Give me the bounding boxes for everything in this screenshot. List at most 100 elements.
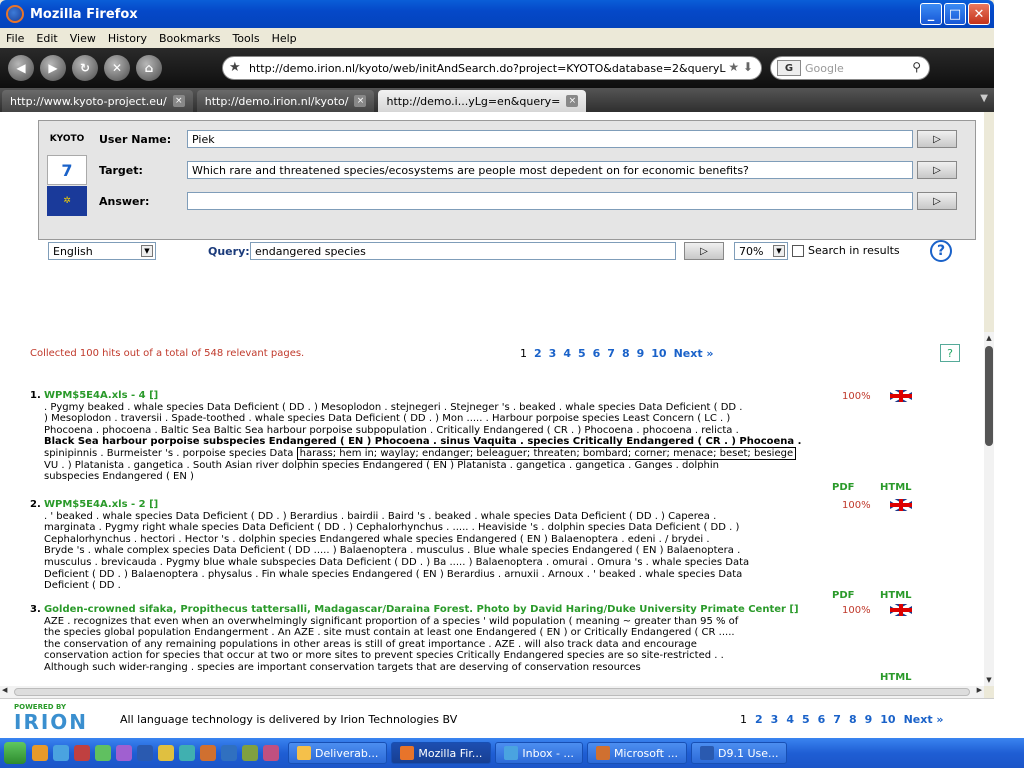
page-link[interactable]: 6 [593,347,601,360]
tab-close-icon[interactable]: × [354,95,367,107]
search-box[interactable]: G Google ⚲ [770,56,930,80]
page-link[interactable]: 2 [755,713,763,726]
scroll-left-icon[interactable]: ◀ [2,686,7,694]
scroll-right-icon[interactable]: ▶ [977,686,982,694]
chevron-down-icon[interactable]: ▼ [773,245,785,257]
snippet-line: Although such wider-ranging . species ar… [44,661,641,673]
menu-tools[interactable]: Tools [232,32,259,45]
taskbar-item[interactable]: Microsoft ... [586,742,687,764]
tab-close-icon[interactable]: × [566,95,579,107]
scroll-up-icon[interactable]: ▲ [984,332,994,344]
page-link[interactable]: 4 [786,713,794,726]
taskbar-item[interactable]: Inbox - ... [495,742,583,764]
start-button[interactable] [4,742,26,764]
page-link[interactable]: 3 [549,347,557,360]
page-link[interactable]: 10 [651,347,666,360]
url-bar[interactable]: ★ http://demo.irion.nl/kyoto/web/initAnd… [222,56,762,80]
quicklaunch-icon[interactable] [263,745,279,761]
back-button[interactable]: ◀ [8,55,34,81]
quicklaunch-icon[interactable] [95,745,111,761]
scroll-thumb[interactable] [985,346,993,446]
query-go-button[interactable]: ▷ [684,242,724,260]
search-engine-icon[interactable]: G [777,60,801,76]
vertical-scrollbar[interactable]: ▲ ▼ [984,332,994,686]
page-link[interactable]: 7 [833,713,841,726]
quicklaunch-icon[interactable] [116,745,132,761]
menu-bookmarks[interactable]: Bookmarks [159,32,220,45]
menu-edit[interactable]: Edit [36,32,57,45]
scroll-thumb[interactable] [14,688,970,696]
menu-file[interactable]: File [6,32,24,45]
page-link[interactable]: 2 [534,347,542,360]
search-in-results-checkbox[interactable] [792,244,804,257]
chevron-down-icon[interactable]: ▼ [141,245,153,257]
tab-kyoto-project[interactable]: http://www.kyoto-project.eu/ × [2,90,193,112]
page-link[interactable]: 9 [865,713,873,726]
page-link[interactable]: 8 [849,713,857,726]
page-link[interactable]: 4 [563,347,571,360]
taskbar-item[interactable]: D9.1 Use... [690,742,788,764]
answer-go-button[interactable]: ▷ [917,192,957,210]
tab-irion-kyoto[interactable]: http://demo.irion.nl/kyoto/ × [196,90,375,112]
next-link[interactable]: Next » [674,347,714,360]
page-link[interactable]: 3 [771,713,779,726]
page-link[interactable]: 6 [818,713,826,726]
snippet-line: Deficient ( DD . ) Balaenoptera . physal… [44,568,743,580]
maximize-button[interactable]: □ [944,3,966,25]
html-link[interactable]: HTML [880,482,912,493]
html-link[interactable]: HTML [880,590,912,601]
quicklaunch-icon[interactable] [242,745,258,761]
quicklaunch-icon[interactable] [53,745,69,761]
home-button[interactable]: ⌂ [136,55,162,81]
pdf-link[interactable]: PDF [832,482,854,493]
close-button[interactable]: ✕ [968,3,990,25]
quicklaunch-icon[interactable] [137,745,153,761]
next-link[interactable]: Next » [904,713,944,726]
target-go-button[interactable]: ▷ [917,161,957,179]
answer-field[interactable] [187,192,913,210]
page-link[interactable]: 5 [578,347,586,360]
quicklaunch-icon[interactable] [74,745,90,761]
menu-view[interactable]: View [70,32,96,45]
page-link[interactable]: 7 [607,347,615,360]
tab-close-icon[interactable]: × [172,95,185,107]
reload-button[interactable]: ↻ [72,55,98,81]
quicklaunch-icon[interactable] [200,745,216,761]
tab-list-icon[interactable]: ▼ [980,93,988,104]
page-link[interactable]: 8 [622,347,630,360]
language-select[interactable]: English ▼ [48,242,156,260]
quicklaunch-icon[interactable] [221,745,237,761]
scroll-down-icon[interactable]: ▼ [984,674,994,686]
user-name-field[interactable]: Piek [187,130,913,148]
search-icon[interactable]: ⚲ [912,60,921,74]
stop-button[interactable]: ✕ [104,55,130,81]
tab-search-results[interactable]: http://demo.i...yLg=en&query= × [378,90,587,112]
taskbar-item[interactable]: Deliverab... [288,742,388,764]
page-link[interactable]: 5 [802,713,810,726]
pdf-link[interactable]: PDF [832,590,854,601]
page-link[interactable]: 9 [637,347,645,360]
menu-history[interactable]: History [108,32,147,45]
search-in-results[interactable]: Search in results [792,244,900,257]
horizontal-scrollbar[interactable]: ◀ ▶ [0,686,984,698]
help-icon[interactable]: ? [930,240,952,262]
quicklaunch-icon[interactable] [32,745,48,761]
taskbar-item[interactable]: Mozilla Fir... [391,742,492,764]
user-go-button[interactable]: ▷ [917,130,957,148]
result-title[interactable]: WPM$5E4A.xls - 2 [] [44,499,158,510]
result-title[interactable]: Golden-crowned sifaka, Propithecus tatte… [44,604,799,615]
results-help-icon[interactable]: ? [940,344,960,362]
target-field[interactable]: Which rare and threatened species/ecosys… [187,161,913,179]
quicklaunch-icon[interactable] [158,745,174,761]
zoom-select[interactable]: 70% ▼ [734,242,788,260]
quicklaunch-icon[interactable] [179,745,195,761]
html-link[interactable]: HTML [880,672,912,683]
forward-button[interactable]: ▶ [40,55,66,81]
result-title[interactable]: WPM$5E4A.xls - 4 [] [44,390,158,401]
query-input[interactable]: endangered species [250,242,676,260]
minimize-button[interactable]: _ [920,3,942,25]
menu-help[interactable]: Help [272,32,297,45]
uk-flag-icon [890,604,912,616]
bookmark-star-icon[interactable]: ★ ⬇ [728,60,753,74]
page-link[interactable]: 10 [880,713,895,726]
